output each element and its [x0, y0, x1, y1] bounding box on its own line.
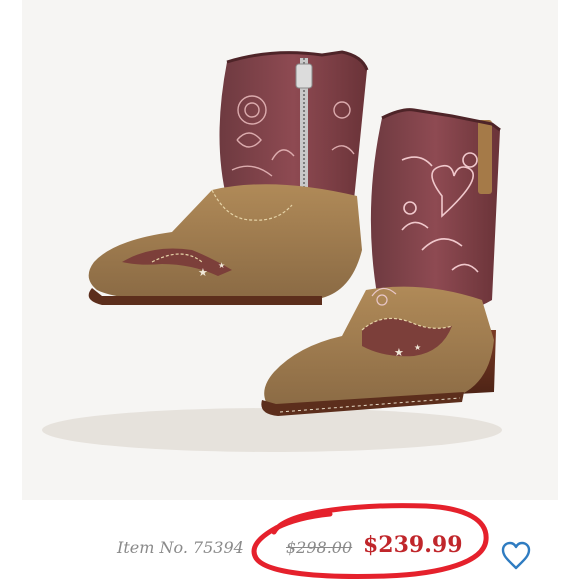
boots-illustration: ★ ★ ★ ★ [42, 50, 502, 452]
svg-text:★: ★ [198, 266, 208, 279]
product-image[interactable]: ★ ★ ★ ★ [22, 0, 558, 500]
sale-price: $239.99 [363, 532, 463, 558]
product-card: ★ ★ ★ ★ Item No. 75394 $298.00 $239.99 [0, 0, 580, 580]
item-number-value: 75394 [192, 538, 244, 557]
heart-outline-icon [501, 541, 531, 570]
favorite-button[interactable] [500, 540, 532, 572]
original-price: $298.00 [286, 538, 353, 557]
item-number: Item No. 75394 [117, 538, 244, 557]
svg-text:★: ★ [414, 343, 421, 352]
left-boot: ★ ★ [88, 50, 369, 305]
svg-text:★: ★ [218, 261, 225, 270]
svg-text:★: ★ [394, 346, 404, 359]
item-number-label: Item No. [117, 538, 188, 557]
